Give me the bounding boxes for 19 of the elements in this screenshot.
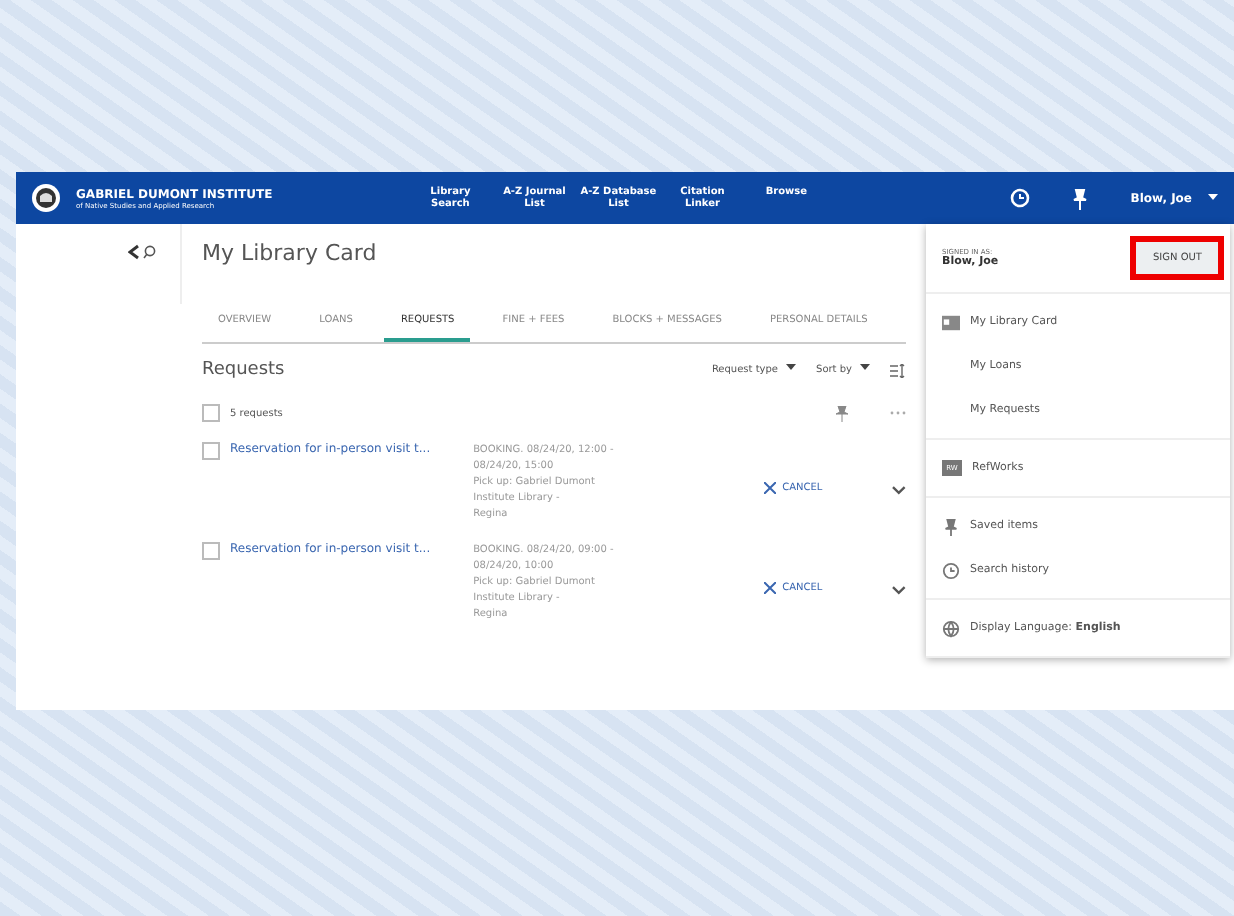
history-icon (942, 561, 960, 579)
caret-icon (786, 364, 797, 372)
id-card-icon (942, 313, 960, 331)
pin-icon (942, 517, 960, 535)
logo-icon (32, 184, 60, 212)
caret-icon (1208, 194, 1218, 202)
checkbox[interactable] (202, 404, 220, 422)
section-heading: Requests (202, 360, 285, 380)
checkbox[interactable] (202, 542, 220, 560)
history-icon[interactable] (1010, 188, 1031, 208)
back-search-icon[interactable] (128, 244, 160, 260)
checkbox[interactable] (202, 442, 220, 460)
close-icon (764, 482, 777, 494)
close-icon (764, 582, 777, 594)
chevron-down-icon[interactable] (892, 486, 906, 496)
chevron-down-icon[interactable] (892, 586, 906, 596)
globe-icon (942, 619, 960, 637)
caret-icon (860, 364, 870, 372)
sort-icon[interactable] (890, 363, 906, 377)
